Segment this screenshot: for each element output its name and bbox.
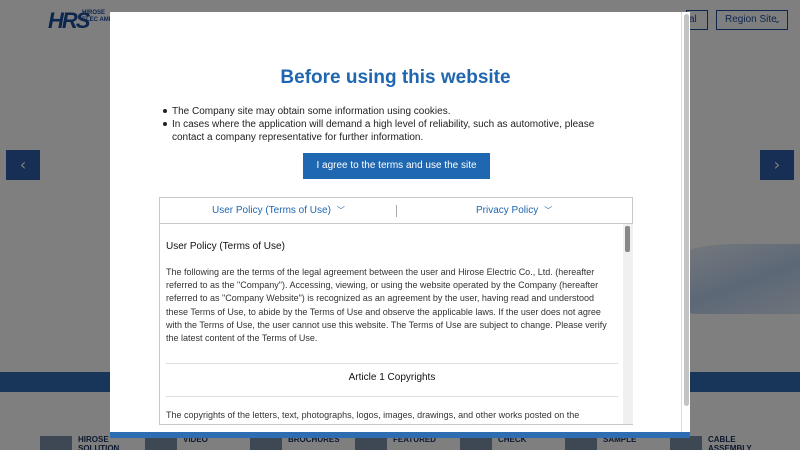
modal-bottom-bar xyxy=(110,432,690,438)
page: HRS HIROSE ELEC AME al Region Site ⌄ ‹ ›… xyxy=(0,0,800,450)
policy-scrollbar[interactable] xyxy=(623,224,633,424)
note-item: In cases where the application will dema… xyxy=(162,118,622,144)
agree-button[interactable]: I agree to the terms and use the site xyxy=(303,153,490,179)
policy-content[interactable]: User Policy (Terms of Use) The following… xyxy=(166,228,618,424)
tab-label: User Policy (Terms of Use) xyxy=(212,205,331,216)
article-paragraph: The copyrights of the letters, text, pho… xyxy=(166,410,580,420)
tab-user-policy[interactable]: User Policy (Terms of Use) ﹀ xyxy=(212,198,345,224)
note-item: The Company site may obtain some informa… xyxy=(162,105,622,118)
article-title: Article 1 Copyrights xyxy=(348,372,436,383)
divider xyxy=(166,363,618,364)
divider xyxy=(166,396,618,397)
policy-panel: User Policy (Terms of Use) ﹀ Privacy Poli… xyxy=(159,197,633,425)
chevron-down-icon: ﹀ xyxy=(544,206,553,215)
chevron-down-icon: ﹀ xyxy=(336,206,345,215)
modal-title: Before using this website xyxy=(280,67,511,88)
policy-tabs: User Policy (Terms of Use) ﹀ Privacy Poli… xyxy=(160,198,632,224)
policy-heading: User Policy (Terms of Use) xyxy=(166,241,285,252)
tab-label: Privacy Policy xyxy=(476,205,539,216)
modal-scrollbar-thumb[interactable] xyxy=(684,14,689,406)
modal-scrollbar[interactable] xyxy=(681,12,690,437)
modal-notes: The Company site may obtain some informa… xyxy=(162,105,622,144)
tab-divider xyxy=(396,205,397,217)
tab-privacy-policy[interactable]: Privacy Policy ﹀ xyxy=(476,198,552,224)
policy-paragraph: The following are the terms of the legal… xyxy=(166,267,607,344)
policy-scrollbar-thumb[interactable] xyxy=(625,226,630,252)
